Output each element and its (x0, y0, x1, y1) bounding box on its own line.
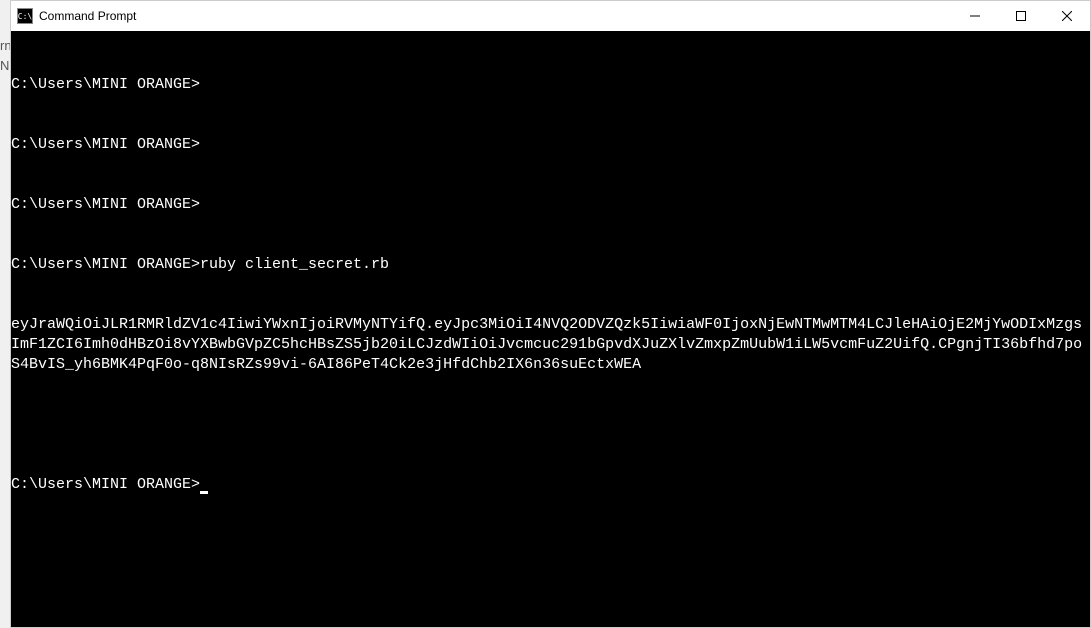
terminal-line: C:\Users\MINI ORANGE>ruby client_secret.… (11, 255, 1090, 275)
command-prompt-window: C:\ Command Prompt C:\Users\MINI ORANGE>… (10, 0, 1091, 628)
terminal-body[interactable]: C:\Users\MINI ORANGE> C:\Users\MINI ORAN… (11, 31, 1090, 627)
close-button[interactable] (1044, 1, 1090, 31)
terminal-output: eyJraWQiOiJLR1RMRldZV1c4IiwiYWxnIjoiRVMy… (11, 315, 1090, 375)
cursor (200, 491, 208, 494)
cmd-icon: C:\ (17, 8, 33, 24)
terminal-blank (11, 415, 1090, 435)
terminal-line: C:\Users\MINI ORANGE> (11, 195, 1090, 215)
terminal-prompt: C:\Users\MINI ORANGE> (11, 475, 1090, 495)
terminal-line: C:\Users\MINI ORANGE> (11, 75, 1090, 95)
titlebar[interactable]: C:\ Command Prompt (11, 1, 1090, 31)
maximize-button[interactable] (998, 1, 1044, 31)
minimize-button[interactable] (952, 1, 998, 31)
terminal-line: C:\Users\MINI ORANGE> (11, 135, 1090, 155)
window-title: Command Prompt (39, 9, 136, 23)
window-controls (952, 1, 1090, 31)
